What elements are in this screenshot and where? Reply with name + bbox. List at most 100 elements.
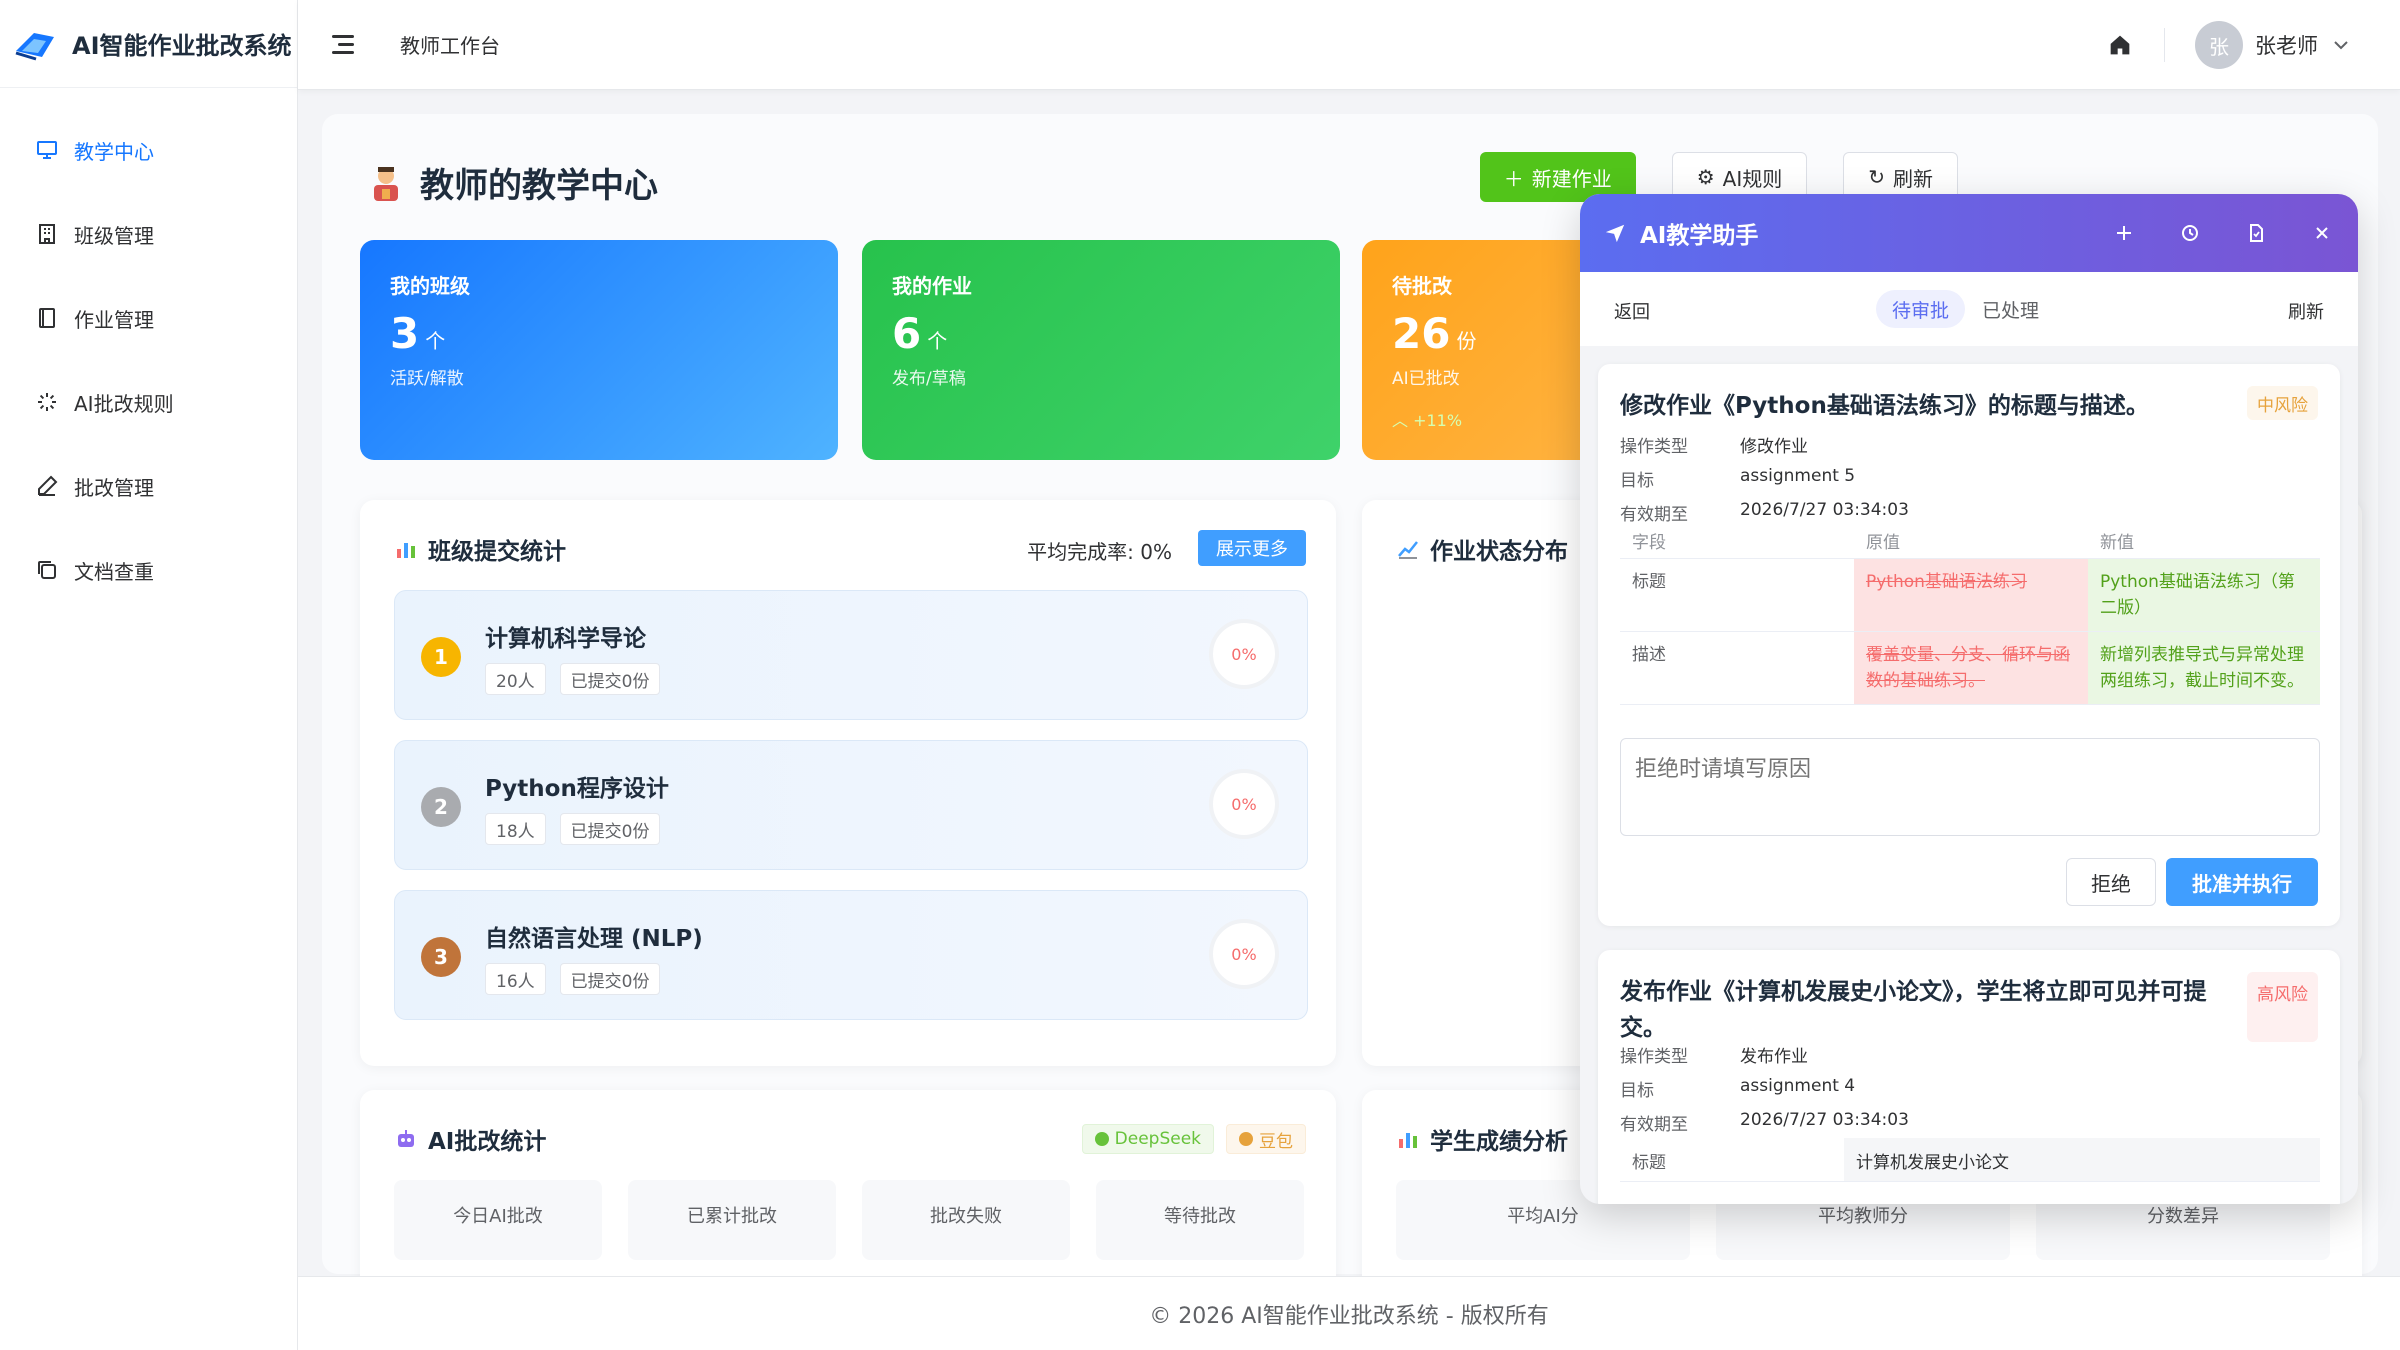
- class-name: 计算机科学导论: [485, 626, 646, 652]
- stat-value: 3个: [390, 309, 808, 358]
- table-row: 描述 覆盖变量、分支、循环与函数的基础练习。 新增列表推导式与异常处理两组练习，…: [1620, 631, 2320, 705]
- completion-percentage: 0%: [1209, 919, 1279, 989]
- tab-pending[interactable]: 待审批: [1876, 290, 1966, 328]
- approval-request-card: 发布作业《计算机发展史小论文》，学生将立即可见并可提交。 高风险 操作类型 发布作…: [1598, 950, 2340, 1204]
- trend-up-icon: ︿: [1392, 411, 1414, 430]
- diff-field: 标题: [1632, 1153, 1666, 1173]
- approve-execute-button[interactable]: 批准并执行: [2166, 858, 2318, 906]
- close-icon[interactable]: [2312, 223, 2332, 243]
- diff-field: 标题: [1620, 558, 1854, 632]
- sidebar-nav: 教学中心 班级管理 作业管理 AI批改规则 批改管理 文档查重: [0, 88, 297, 612]
- completion-percentage: 0%: [1209, 619, 1279, 689]
- diff-old-value: 覆盖变量、分支、循环与函数的基础练习。: [1854, 631, 2088, 705]
- diff-value: 计算机发展史小论文: [1844, 1138, 2320, 1181]
- stat-unit: 个: [927, 329, 948, 353]
- stat-card-classes[interactable]: 我的班级 3个 活跃/解散: [360, 240, 838, 460]
- meta-row: 目标 assignment 4: [1620, 1076, 1855, 1101]
- logo-icon: [12, 21, 58, 67]
- model-tag-deepseek[interactable]: DeepSeek: [1081, 1124, 1214, 1154]
- request-title: 修改作业《Python基础语法练习》的标题与描述。: [1620, 393, 2149, 419]
- table-row: 标题 计算机发展史小论文: [1620, 1138, 2320, 1182]
- menu-toggle-icon[interactable]: [332, 31, 360, 59]
- student-count-tag: 18人: [485, 813, 546, 845]
- new-homework-label: 新建作业: [1531, 166, 1612, 191]
- gear-icon: ⚙: [1696, 165, 1715, 189]
- meta-key: 目标: [1620, 471, 1654, 491]
- stat-card-homework[interactable]: 我的作业 6个 发布/草稿: [862, 240, 1340, 460]
- bar-chart-icon: [1399, 1133, 1417, 1148]
- panel-title: AI批改统计: [394, 1122, 546, 1156]
- diff-table: 字段 原值 新值 标题 Python基础语法练习 Python基础语法练习（第二…: [1620, 524, 2320, 705]
- meta-row: 操作类型 发布作业: [1620, 1042, 1808, 1067]
- class-list-item[interactable]: 2 Python程序设计 18人 已提交0份 0%: [394, 740, 1308, 870]
- diff-header-field: 字段: [1620, 524, 1854, 559]
- meta-row: 有效期至 2026/7/27 03:34:03: [1620, 1110, 1909, 1135]
- history-icon[interactable]: [2180, 223, 2200, 243]
- sidebar-item-ai-rules[interactable]: AI批改规则: [0, 360, 297, 444]
- app-logo[interactable]: AI智能作业批改系统: [0, 0, 297, 88]
- assistant-header: AI教学助手: [1580, 194, 2358, 272]
- submitted-count-tag: 已提交0份: [559, 813, 661, 845]
- stat-value: 6个: [892, 309, 1310, 358]
- average-completion-rate: 平均完成率: 0%: [1027, 540, 1172, 564]
- robot-icon: [398, 1130, 414, 1147]
- spinner-icon: [34, 389, 60, 415]
- meta-row: 操作类型 修改作业: [1620, 432, 1808, 457]
- document-icon[interactable]: [2246, 223, 2266, 243]
- risk-badge: 高风险: [2247, 972, 2318, 1042]
- reject-reason-input[interactable]: [1620, 738, 2320, 836]
- assistant-title: AI教学助手: [1640, 223, 1759, 249]
- meta-value: 发布作业: [1740, 1047, 1808, 1067]
- meta-key: 操作类型: [1620, 437, 1688, 457]
- chevron-down-icon[interactable]: [2332, 36, 2350, 54]
- breadcrumb[interactable]: 教师工作台: [400, 30, 500, 59]
- sidebar-item-class-management[interactable]: 班级管理: [0, 192, 297, 276]
- app-title: AI智能作业批改系统: [72, 32, 292, 60]
- sidebar: AI智能作业批改系统 教学中心 班级管理 作业管理 AI批改规则 批改管理 文档…: [0, 0, 298, 1350]
- header-right: 张 张老师: [2106, 0, 2350, 90]
- meta-value: assignment 4: [1740, 1076, 1856, 1096]
- class-list-item[interactable]: 3 自然语言处理 (NLP) 16人 已提交0份 0%: [394, 890, 1308, 1020]
- stat-number: 3: [390, 309, 420, 358]
- diff-header-old: 原值: [1854, 524, 2088, 559]
- diff-new-value: 新增列表推导式与异常处理两组练习，截止时间不变。: [2088, 631, 2320, 705]
- model-tag-doubao[interactable]: 豆包: [1226, 1124, 1306, 1154]
- sidebar-item-plagiarism-check[interactable]: 文档查重: [0, 528, 297, 612]
- tab-processed[interactable]: 已处理: [1966, 290, 2055, 328]
- model-name: 豆包: [1259, 1131, 1293, 1152]
- plus-icon[interactable]: [2114, 223, 2134, 243]
- user-name[interactable]: 张老师: [2255, 30, 2318, 60]
- reject-button[interactable]: 拒绝: [2066, 858, 2156, 906]
- show-more-button[interactable]: 展示更多: [1198, 530, 1306, 566]
- stat-tile: 等待批改: [1096, 1180, 1304, 1260]
- stat-unit: 个: [425, 329, 446, 353]
- back-button[interactable]: 返回: [1614, 298, 1650, 324]
- teacher-icon: [374, 166, 398, 201]
- stat-tile: 批改失败: [862, 1180, 1070, 1260]
- avatar[interactable]: 张: [2195, 21, 2243, 69]
- approval-request-card: 修改作业《Python基础语法练习》的标题与描述。 中风险 操作类型 修改作业 目…: [1598, 364, 2340, 926]
- sidebar-item-teaching-center[interactable]: 教学中心: [0, 108, 297, 192]
- sidebar-item-label: 作业管理: [74, 307, 154, 332]
- home-icon[interactable]: [2106, 31, 2134, 59]
- sidebar-item-label: 班级管理: [74, 223, 154, 248]
- model-name: DeepSeek: [1114, 1129, 1201, 1149]
- status-dot-icon: [1094, 1132, 1109, 1146]
- class-list-item[interactable]: 1 计算机科学导论 20人 已提交0份 0%: [394, 590, 1308, 720]
- copy-icon: [34, 557, 60, 583]
- panel-title: 学生成绩分析: [1396, 1122, 1568, 1156]
- panel-title-text: 班级提交统计: [428, 539, 566, 565]
- diff-new-value: Python基础语法练习（第二版）: [2088, 558, 2320, 632]
- sidebar-item-label: AI批改规则: [74, 391, 174, 416]
- trend-value: +11%: [1413, 411, 1463, 430]
- risk-badge: 中风险: [2247, 386, 2318, 420]
- panel-title-text: AI批改统计: [428, 1129, 547, 1155]
- assistant-refresh-button[interactable]: 刷新: [2288, 298, 2324, 324]
- sidebar-item-homework-management[interactable]: 作业管理: [0, 276, 297, 360]
- panel-title-text: 学生成绩分析: [1430, 1129, 1568, 1155]
- sidebar-item-grading-management[interactable]: 批改管理: [0, 444, 297, 528]
- panel-title: 作业状态分布: [1396, 532, 1568, 566]
- assistant-actions: [2114, 194, 2332, 272]
- table-row: 标题 Python基础语法练习 Python基础语法练习（第二版）: [1620, 558, 2320, 632]
- stat-tile: 已累计批改: [628, 1180, 836, 1260]
